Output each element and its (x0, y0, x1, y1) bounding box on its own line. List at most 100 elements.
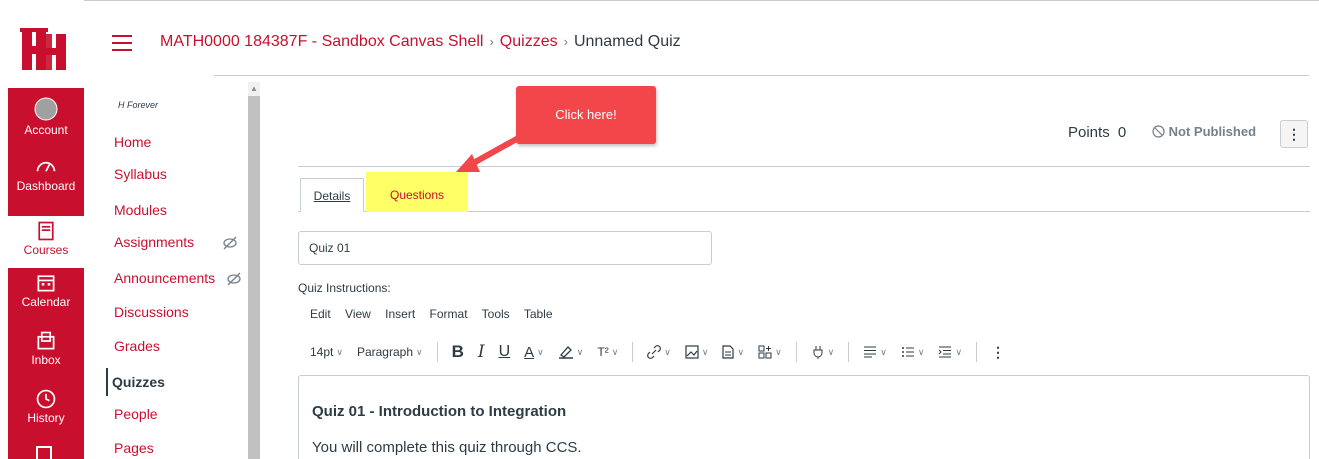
global-nav-label: Dashboard (16, 179, 76, 193)
chevron-down-icon: ∨ (576, 346, 584, 357)
dashboard-icon (36, 162, 56, 172)
publish-status: Not Published (1152, 124, 1256, 139)
list-button[interactable]: ∨ (901, 346, 925, 358)
account-icon (33, 96, 59, 122)
points-value: 0 (1117, 124, 1127, 141)
toolbar-divider (848, 342, 850, 362)
chevron-down-icon: ∨ (336, 346, 343, 357)
link-icon (647, 345, 662, 359)
align-left-icon (864, 346, 877, 358)
course-nav: H Forever Home Syllabus Modules Assignme… (104, 76, 261, 459)
global-nav-inbox[interactable]: Inbox (8, 330, 84, 367)
text-color-icon: A (524, 343, 535, 361)
chevron-down-icon: ∨ (664, 346, 671, 357)
global-nav-history[interactable]: History (8, 388, 84, 425)
course-nav-modules[interactable]: Modules (114, 202, 167, 218)
global-nav-calendar[interactable]: Calendar (8, 272, 84, 309)
editor-toolbar: 14pt ∨ Paragraph ∨ B I U A ∨ ∨ T² ∨ ∨ ∨ ∨ ∨ … (310, 341, 1019, 363)
global-nav-account[interactable]: Account (8, 96, 84, 137)
quiz-instructions-label: Quiz Instructions: (298, 281, 391, 295)
superscript-icon: T² (597, 345, 609, 359)
global-nav-dashboard[interactable]: Dashboard (8, 156, 84, 193)
breadcrumb-separator: › (489, 34, 494, 49)
history-icon (36, 389, 56, 409)
publish-status-label: Not Published (1168, 124, 1257, 139)
callout-arrow-icon (456, 133, 524, 172)
image-button[interactable]: ∨ (685, 345, 709, 359)
chevron-down-icon: ∨ (701, 346, 709, 357)
apps-icon (758, 345, 772, 359)
global-nav-label: History (27, 411, 65, 425)
top-bar: MATH0000 184387F - Sandbox Canvas Shell ›… (84, 0, 1319, 76)
courses-icon (38, 221, 54, 241)
text-color-button[interactable]: A ∨ (524, 344, 544, 361)
chevron-down-icon: ∨ (827, 346, 835, 357)
points-label: Points (1068, 124, 1110, 141)
hamburger-menu-icon[interactable] (112, 35, 132, 51)
menu-table[interactable]: Table (524, 307, 553, 321)
more-options-button[interactable]: ⋮ (1280, 120, 1308, 148)
menu-view[interactable]: View (345, 307, 371, 321)
plugin-button[interactable]: ∨ (811, 345, 835, 359)
plug-icon (813, 346, 823, 359)
chevron-down-icon: ∨ (917, 346, 925, 357)
points-display: Points 0 (1068, 124, 1126, 141)
global-nav-label: Inbox (31, 353, 61, 367)
chevron-down-icon: ∨ (737, 346, 745, 357)
breadcrumb-course-link[interactable]: MATH0000 184387F - Sandbox Canvas Shell (160, 33, 483, 50)
course-nav-people[interactable]: People (114, 406, 158, 422)
bullet-list-icon (901, 347, 914, 357)
document-button[interactable]: ∨ (722, 345, 744, 359)
bold-button[interactable]: B (452, 342, 464, 362)
hidden-eye-icon (227, 272, 241, 286)
tab-details[interactable]: Details (300, 178, 364, 212)
chevron-down-icon: ∨ (775, 346, 782, 357)
font-size-select[interactable]: 14pt ∨ (310, 345, 343, 359)
block-format-select[interactable]: Paragraph ∨ (357, 345, 423, 359)
indent-icon (939, 346, 952, 358)
underline-button[interactable]: U (499, 343, 511, 361)
chevron-down-icon: ∨ (880, 346, 887, 357)
global-nav-label: Calendar (21, 295, 71, 309)
course-nav-syllabus[interactable]: Syllabus (114, 166, 167, 182)
indent-button[interactable]: ∨ (938, 346, 962, 358)
course-nav-grades[interactable]: Grades (114, 338, 160, 354)
superscript-button[interactable]: T² ∨ (597, 345, 618, 359)
global-nav-label: Courses (23, 243, 69, 257)
calendar-icon (37, 275, 55, 292)
global-nav: Account Dashboard Courses Calendar Inbox (0, 0, 84, 459)
align-button[interactable]: ∨ (863, 346, 887, 358)
menu-tools[interactable]: Tools (482, 307, 510, 321)
highlighter-icon (558, 346, 573, 359)
link-button[interactable]: ∨ (647, 345, 671, 359)
breadcrumb-quizzes-link[interactable]: Quizzes (500, 33, 558, 50)
quiz-title-input[interactable] (298, 231, 712, 265)
chevron-down-icon: ∨ (537, 346, 544, 357)
scroll-up-arrow-icon[interactable]: ▲ (250, 84, 258, 93)
editor-paragraph: You will complete this quiz through CCS. (312, 439, 582, 456)
course-nav-home[interactable]: Home (114, 134, 151, 150)
menu-insert[interactable]: Insert (385, 307, 415, 321)
toolbar-more-button[interactable]: ⋮ (991, 344, 1005, 361)
menu-edit[interactable]: Edit (310, 307, 331, 321)
highlight-color-button[interactable]: ∨ (558, 345, 584, 359)
uh-logo[interactable] (20, 28, 68, 72)
course-nav-discussions[interactable]: Discussions (114, 304, 189, 320)
document-icon (722, 345, 735, 359)
rich-text-editor[interactable]: Quiz 01 - Introduction to Integration Yo… (298, 375, 1310, 459)
course-nav-pages[interactable]: Pages (114, 440, 154, 456)
help-icon[interactable] (36, 446, 52, 459)
course-nav-scrollbar-thumb[interactable] (248, 96, 260, 459)
apps-button[interactable]: ∨ (758, 345, 782, 359)
global-nav-courses[interactable]: Courses (8, 216, 84, 268)
course-nav-assignments[interactable]: Assignments (114, 234, 194, 250)
chevron-down-icon: ∨ (611, 346, 619, 357)
italic-button[interactable]: I (478, 342, 485, 362)
image-icon (685, 345, 699, 359)
menu-format[interactable]: Format (430, 307, 468, 321)
course-nav-announcements[interactable]: Announcements (114, 270, 215, 286)
not-published-icon (1152, 125, 1165, 138)
course-term: H Forever (118, 100, 159, 110)
course-nav-quizzes[interactable]: Quizzes (106, 368, 165, 396)
font-size-value: 14pt (310, 345, 334, 359)
